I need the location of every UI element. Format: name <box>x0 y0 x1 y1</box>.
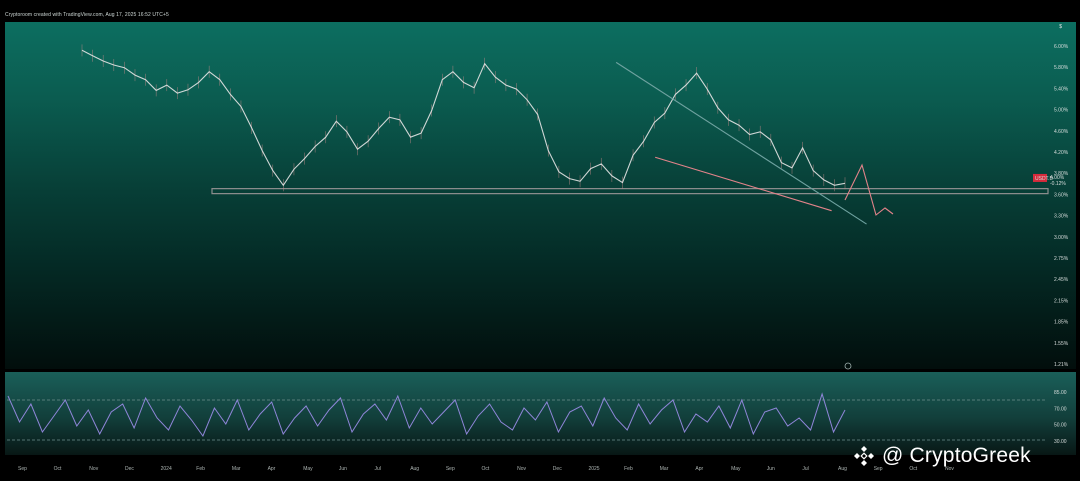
time-axis-tick: Feb <box>624 466 633 472</box>
price-axis-tick: 6.00% <box>1054 44 1069 50</box>
projection-path <box>844 163 894 216</box>
price-axis-tick: 2.75% <box>1054 256 1069 262</box>
price-axis-tick: 1.55% <box>1054 341 1069 347</box>
price-axis-tick: 1.85% <box>1054 320 1069 326</box>
time-axis-tick: 2025 <box>588 466 599 472</box>
binance-square-icon <box>854 446 874 466</box>
time-axis-tick: 2024 <box>161 466 172 472</box>
price-axis-tick: 5.00% <box>1054 108 1069 114</box>
price-axis-tick: 5.40% <box>1054 86 1069 92</box>
time-axis-tick: May <box>731 466 741 472</box>
osc-axis-tick: 50.00 <box>1054 423 1067 429</box>
replay-icon <box>844 362 852 370</box>
time-axis-tick: Jul <box>375 466 381 472</box>
time-axis-tick: Oct <box>54 466 62 472</box>
price-axis-tick: 1.21% <box>1054 362 1069 368</box>
time-axis-tick: Jun <box>767 466 775 472</box>
time-axis-tick: Sep <box>18 466 27 472</box>
price-axis-tick: 4.60% <box>1054 129 1069 135</box>
price-axis-tick: 3.60% <box>1054 192 1069 198</box>
time-axis-tick: Mar <box>660 466 669 472</box>
time-axis-tick: May <box>303 466 313 472</box>
price-axis-tick: 3.30% <box>1054 214 1069 220</box>
time-axis-tick: Mar <box>232 466 241 472</box>
support-band <box>211 188 1049 195</box>
time-axis-tick: Apr <box>268 466 276 472</box>
brand-handle: @ CryptoGreek <box>882 444 1031 467</box>
time-axis-tick: Dec <box>553 466 562 472</box>
osc-axis-tick: 70.00 <box>1054 406 1067 412</box>
osc-axis-tick: 85.00 <box>1054 390 1067 396</box>
price-label-change: -0.12% <box>1050 181 1066 187</box>
brand-badge: @ CryptoGreek <box>852 443 1031 469</box>
time-axis-tick: Dec <box>125 466 134 472</box>
time-axis-tick: Oct <box>482 466 490 472</box>
time-axis-tick: Apr <box>695 466 703 472</box>
time-axis-tick: Jun <box>339 466 347 472</box>
time-axis-tick: Nov <box>89 466 98 472</box>
osc-axis-tick: 30.00 <box>1054 439 1067 445</box>
time-axis-tick: Aug <box>410 466 419 472</box>
chart-overlay: 6.00%5.80%5.40%5.00%4.60%4.20%3.80%3.60%… <box>7 44 1069 472</box>
price-axis-tick: 4.20% <box>1054 150 1069 156</box>
price-axis-tick: 3.00% <box>1054 235 1069 241</box>
time-axis-tick: Aug <box>838 466 847 472</box>
price-axis-tick: 5.80% <box>1054 65 1069 71</box>
upper-trendline <box>615 61 867 225</box>
time-axis-tick: Nov <box>517 466 526 472</box>
price-axis-tick: 2.45% <box>1054 277 1069 283</box>
time-axis-tick: Jul <box>802 466 808 472</box>
chart-frame: Cryptoroom created with TradingView.com,… <box>0 0 1080 481</box>
price-axis-tick: 2.15% <box>1054 298 1069 304</box>
time-axis-tick: Sep <box>446 466 455 472</box>
price-line <box>81 49 846 187</box>
time-axis-tick: Feb <box>196 466 205 472</box>
